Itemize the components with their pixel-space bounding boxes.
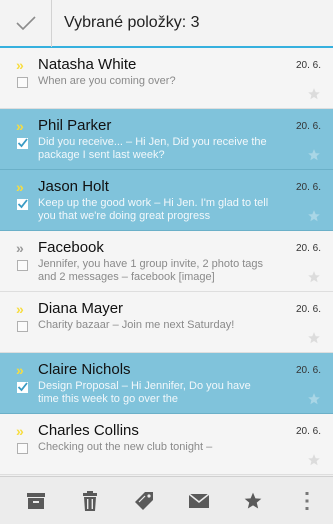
checkmark-icon [17,138,28,148]
message-row[interactable]: » Charles Collins Checking out the new c… [0,414,333,475]
archive-icon [27,492,45,509]
message-row[interactable]: » Jason Holt Keep up the good work – Hi … [0,170,333,231]
importance-chevron-icon[interactable]: » [16,424,24,438]
message-date: 20. 6. [295,365,321,376]
message-date: 20. 6. [295,243,321,254]
select-checkbox[interactable] [17,260,28,271]
message-date: 20. 6. [295,182,321,193]
message-date: 20. 6. [295,304,321,315]
sender-name: Claire Nichols [38,361,131,378]
overflow-menu-button[interactable] [295,489,319,513]
checkmark-icon [15,16,36,31]
star-icon[interactable] [307,209,321,223]
overflow-menu-icon [305,491,309,510]
delete-button[interactable] [78,489,102,513]
star-icon[interactable] [307,87,321,101]
star-icon[interactable] [307,453,321,467]
message-date: 20. 6. [295,121,321,132]
label-button[interactable] [132,489,156,513]
select-checkbox[interactable] [17,77,28,88]
message-snippet: When are you coming over? [38,75,176,87]
message-row[interactable]: » Natasha White When are you coming over… [0,48,333,109]
sender-name: Charles Collins [38,422,139,439]
importance-chevron-icon[interactable]: » [16,302,24,316]
sender-name: Jason Holt [38,178,109,195]
message-row[interactable]: » Claire Nichols Design Proposal – Hi Je… [0,353,333,414]
mark-unread-icon [188,492,210,508]
select-checkbox[interactable] [17,321,28,332]
done-button[interactable] [0,0,52,47]
importance-chevron-icon[interactable]: » [16,363,24,377]
star-icon[interactable] [307,148,321,162]
message-date: 20. 6. [295,60,321,71]
archive-button[interactable] [24,489,48,513]
message-row[interactable]: » Diana Mayer Charity bazaar – Join me n… [0,292,333,353]
selection-count-title: Vybrané položky: 3 [64,14,200,31]
importance-chevron-icon[interactable]: » [16,180,24,194]
selection-header: Vybrané položky: 3 [0,0,333,48]
message-snippet: Checking out the new club tonight – [38,441,213,453]
action-toolbar [0,476,333,524]
checkmark-icon [17,382,28,392]
importance-chevron-icon[interactable]: » [16,241,24,255]
importance-chevron-icon[interactable]: » [16,119,24,133]
message-snippet: Keep up the good work – Hi Jen. I'm glad… [38,197,269,222]
trash-icon [83,490,98,511]
message-date: 20. 6. [295,426,321,437]
select-checkbox[interactable] [17,382,28,393]
star-button[interactable] [241,489,265,513]
message-row[interactable]: » Facebook Jennifer, you have 1 group in… [0,231,333,292]
message-snippet: Jennifer, you have 1 group invite, 2 pho… [38,258,264,283]
message-snippet: Charity bazaar – Join me next Saturday! [38,319,235,331]
star-icon[interactable] [307,331,321,345]
star-icon[interactable] [307,392,321,406]
message-snippet: Design Proposal – Hi Jennifer, Do you ha… [38,380,251,405]
message-list: » Natasha White When are you coming over… [0,48,333,476]
message-row[interactable]: » Phil Parker Did you receive... – Hi Je… [0,109,333,170]
star-icon [244,492,262,508]
checkmark-icon [17,199,28,209]
label-icon [135,491,154,510]
importance-chevron-icon[interactable]: » [16,58,24,72]
select-checkbox[interactable] [17,138,28,149]
sender-name: Phil Parker [38,117,112,134]
sender-name: Natasha White [38,56,137,73]
select-checkbox[interactable] [17,199,28,210]
message-snippet: Did you receive... – Hi Jen, Did you rec… [38,136,267,161]
sender-name: Diana Mayer [38,300,124,317]
select-checkbox[interactable] [17,443,28,454]
sender-name: Facebook [38,239,104,256]
mark-unread-button[interactable] [187,489,211,513]
star-icon[interactable] [307,270,321,284]
